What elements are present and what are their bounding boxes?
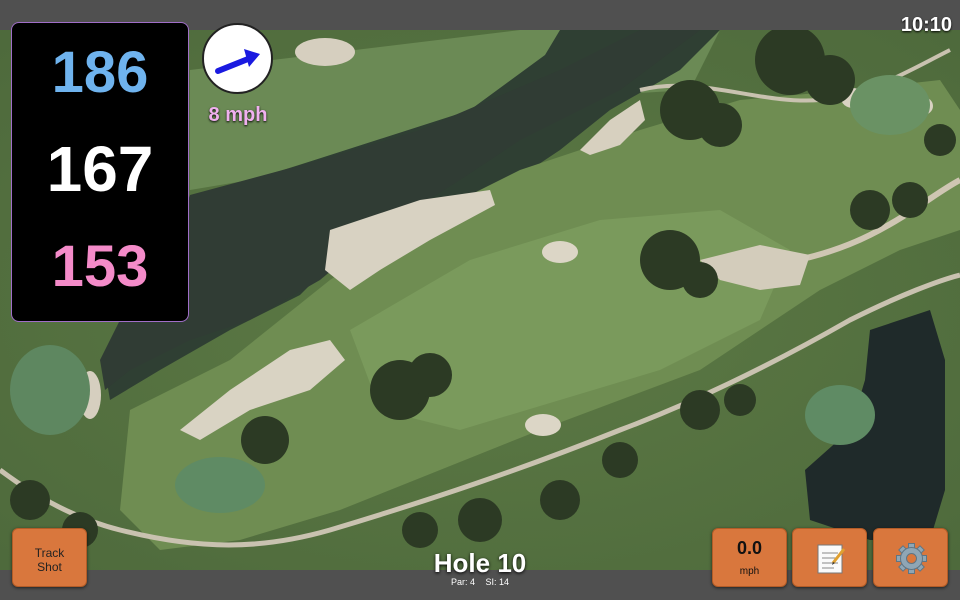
back-yardage: 186: [51, 40, 149, 105]
gear-icon: [896, 543, 927, 574]
hole-meta: Par: 4 SI: 14: [380, 577, 580, 587]
speed-button[interactable]: 0.0 mph: [712, 528, 787, 587]
track-shot-label-line1: Track: [34, 546, 65, 560]
bunker: [525, 414, 561, 436]
front-yardage: 153: [51, 234, 149, 299]
speed-unit: mph: [739, 566, 760, 577]
notes-button[interactable]: [792, 528, 867, 587]
track-shot-button[interactable]: Track Shot: [12, 528, 87, 587]
wind-direction-dial: [202, 23, 273, 94]
wind-speed-label: 8 mph: [208, 104, 268, 126]
hole-title: Hole 10: [433, 548, 527, 578]
bunker: [295, 38, 355, 66]
green: [175, 457, 265, 513]
green: [10, 345, 90, 435]
green: [850, 75, 930, 135]
track-shot-label-line2: Shot: [37, 560, 62, 574]
wind-arrow-icon: [215, 49, 260, 74]
speed-value: 0.0: [736, 538, 763, 558]
middle-yardage: 167: [46, 133, 154, 205]
hole-stroke-index: SI: 14: [485, 577, 510, 587]
clock-time: 10:10: [900, 14, 952, 36]
hole-par: Par: 4: [450, 577, 475, 587]
yardage-panel: 186 167 153: [11, 22, 189, 322]
settings-button[interactable]: [873, 528, 948, 587]
notepad-icon: [817, 544, 846, 574]
bunker: [542, 241, 578, 263]
green: [805, 385, 875, 445]
